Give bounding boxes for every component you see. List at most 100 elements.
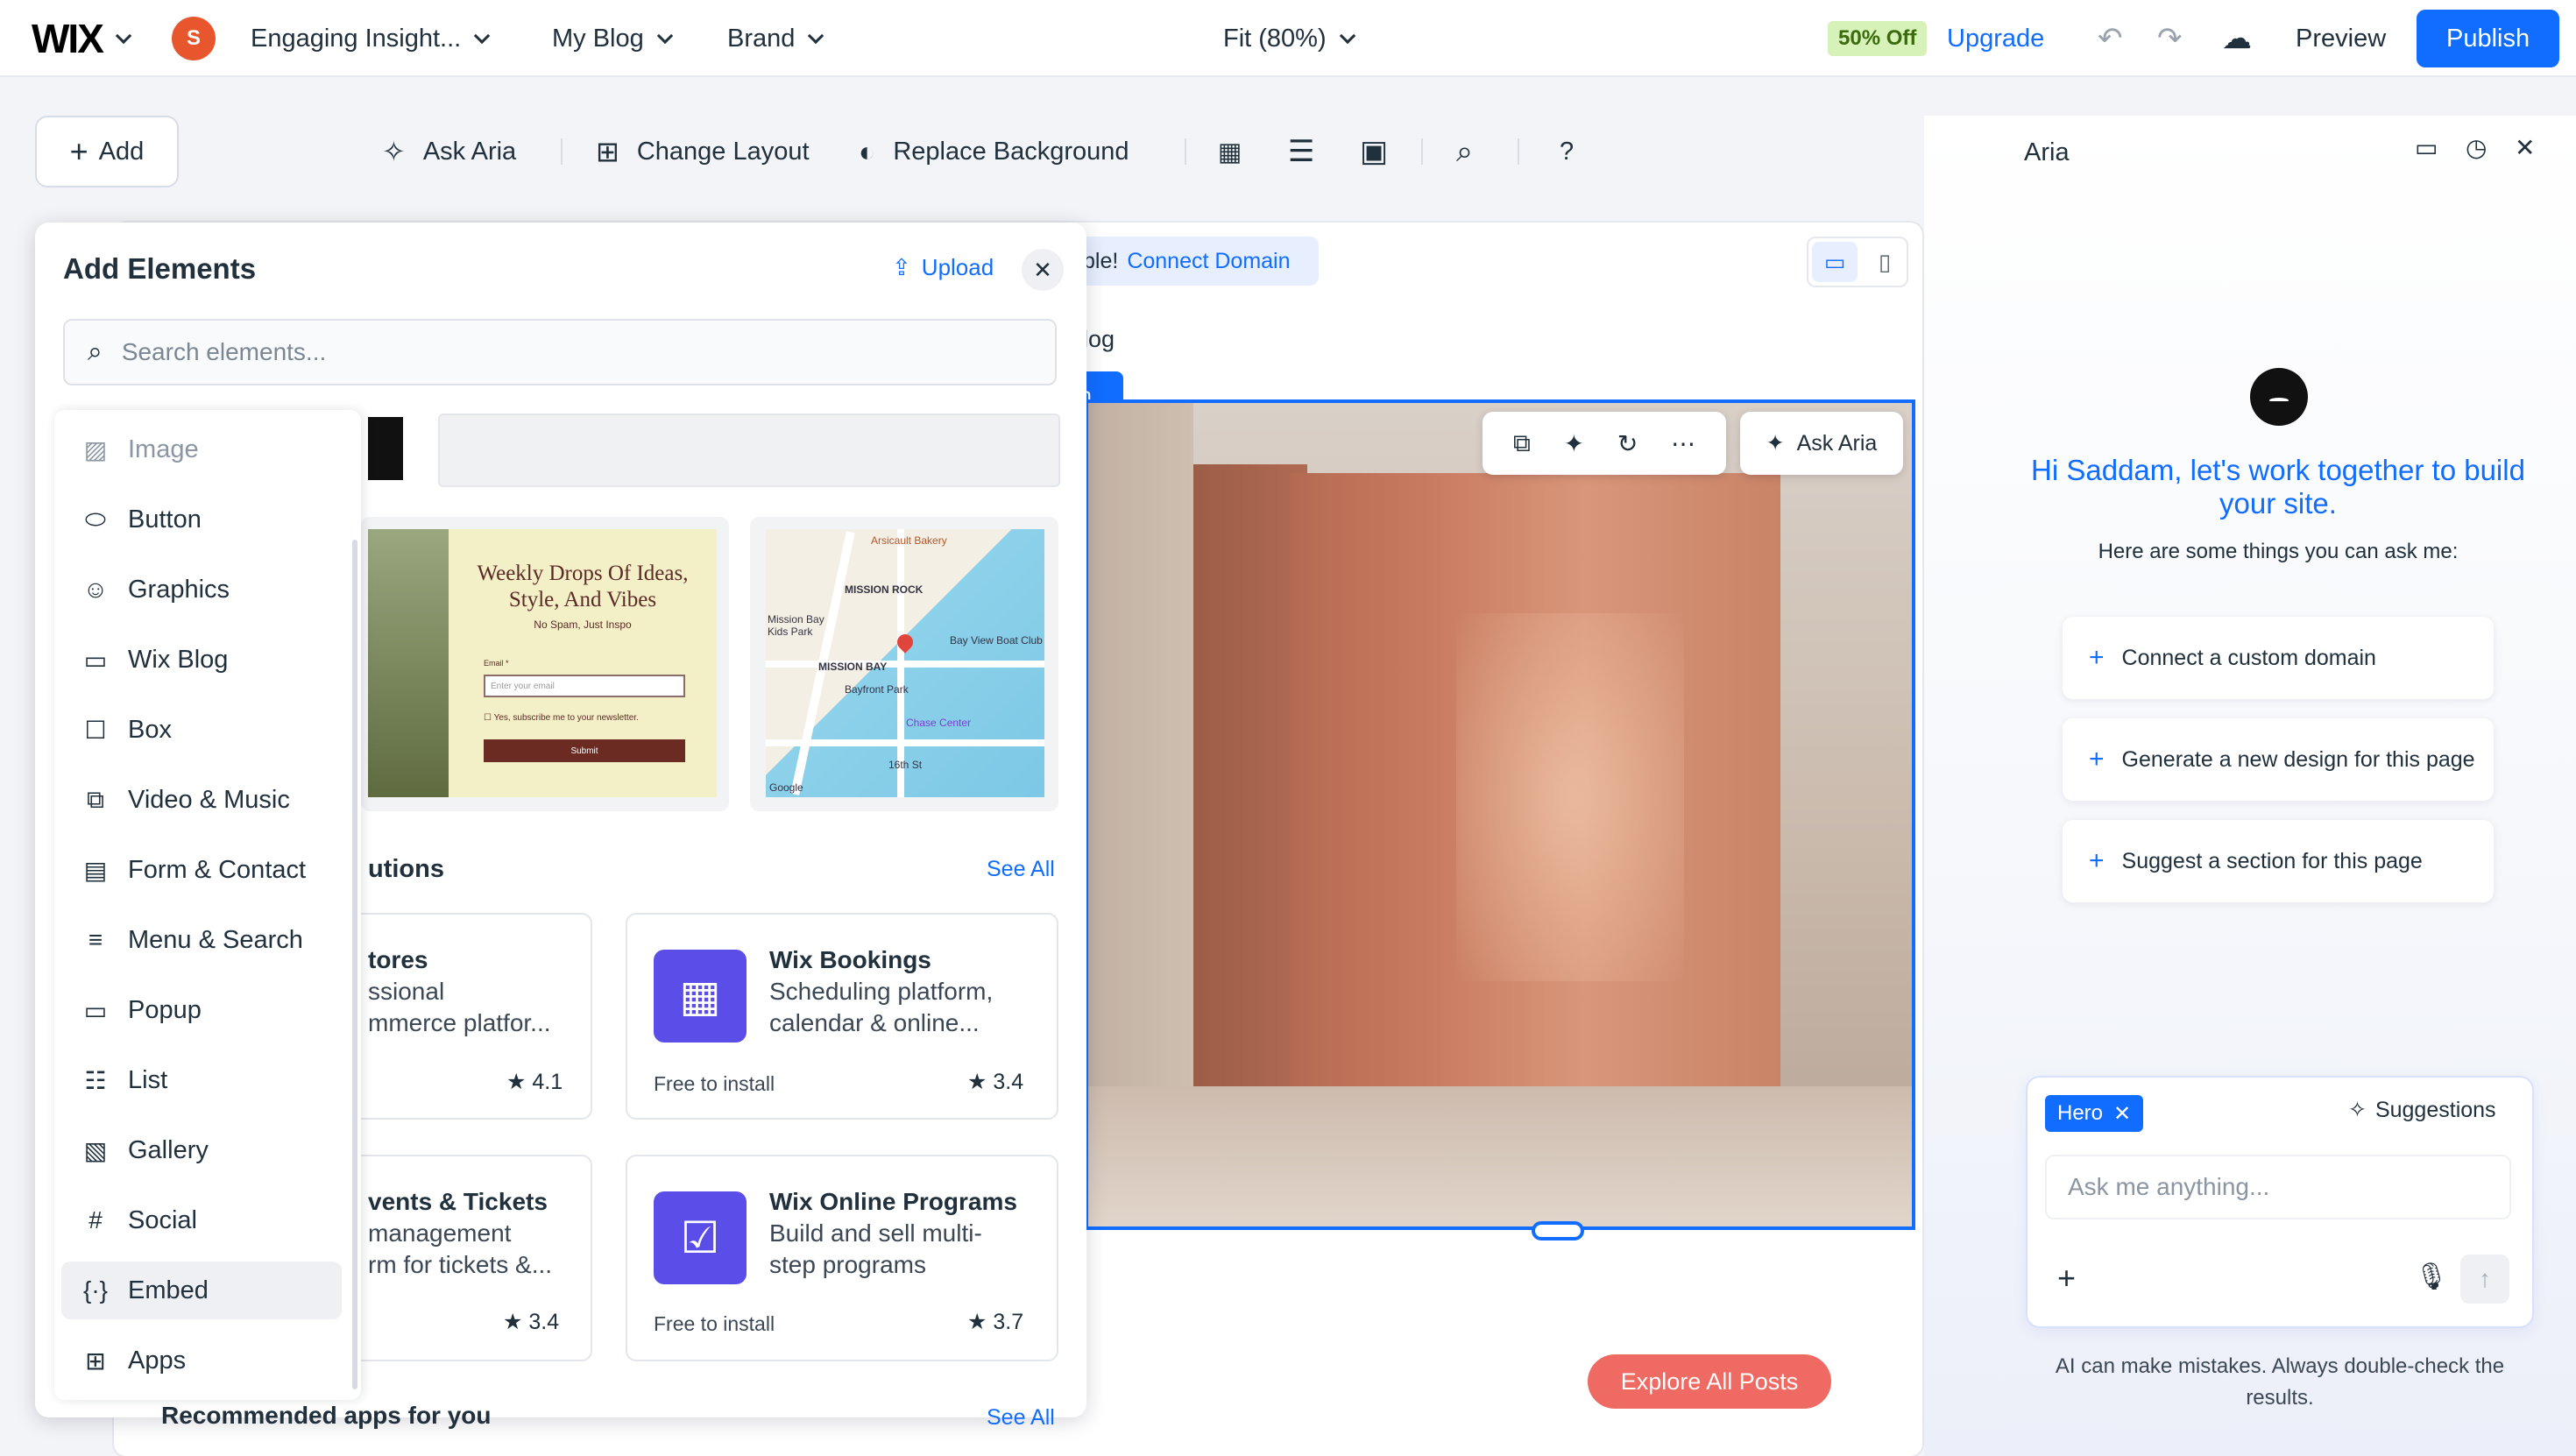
search-zoom-icon[interactable]: ⌕: [1456, 128, 1473, 175]
toolbar-divider: [1421, 138, 1423, 165]
suggestion-section[interactable]: + Suggest a section for this page: [2063, 820, 2494, 902]
category-gallery[interactable]: ▧ Gallery: [61, 1121, 342, 1179]
refresh-icon[interactable]: ↻: [1617, 429, 1638, 458]
grid-icon[interactable]: ▦: [1218, 128, 1242, 175]
hero-ask-aria-button[interactable]: ✦ Ask Aria: [1740, 412, 1903, 475]
suggestion-connect-domain[interactable]: + Connect a custom domain: [2063, 617, 2494, 699]
star-icon: ★: [967, 1310, 987, 1334]
suggestions-button[interactable]: ✧ Suggestions: [2348, 1097, 2496, 1123]
upload-button[interactable]: ⇪ Upload: [892, 254, 994, 281]
ask-input[interactable]: Ask me anything...: [2045, 1155, 2511, 1219]
redo-icon[interactable]: ↷: [2157, 0, 2183, 77]
element-preview[interactable]: [438, 413, 1060, 487]
change-layout-button[interactable]: ⊞ Change Layout: [596, 128, 810, 175]
map-label: Mission Bay Kids Park: [768, 613, 824, 638]
magic-wand-icon[interactable]: ✦: [1564, 429, 1584, 458]
category-button[interactable]: ⬭ Button: [61, 491, 342, 548]
category-social[interactable]: # Social: [61, 1191, 342, 1249]
newsletter-photo: [368, 529, 449, 797]
add-button[interactable]: + Add: [35, 116, 179, 187]
map-road: [766, 661, 1044, 668]
toolbar-divider: [1518, 138, 1519, 165]
upload-icon: ⇪: [892, 254, 911, 280]
ask-input-placeholder: Ask me anything...: [2068, 1173, 2270, 1200]
explore-all-posts-button[interactable]: Explore All Posts: [1588, 1354, 1831, 1409]
scrollbar[interactable]: [352, 540, 357, 1389]
category-label: Form & Contact: [128, 855, 307, 884]
category-list[interactable]: ☷ List: [61, 1051, 342, 1109]
blog-icon: ▭: [83, 646, 108, 674]
more-icon[interactable]: ⋯: [1671, 429, 1695, 458]
help-icon[interactable]: ?: [1560, 128, 1574, 175]
category-video-music[interactable]: ⧉ Video & Music: [61, 771, 342, 829]
replace-background-button[interactable]: ◐ Replace Background: [859, 128, 1129, 175]
ask-aria-button[interactable]: ✧ Ask Aria: [382, 128, 516, 175]
category-popup[interactable]: ▭ Popup: [61, 981, 342, 1039]
desktop-view-icon[interactable]: ▭: [1812, 242, 1858, 282]
site-name: Engaging Insight...: [251, 24, 462, 53]
suggestions-label: Suggestions: [2374, 1097, 2496, 1122]
app-name: Wix Bookings: [769, 946, 931, 973]
search-input[interactable]: ⌕ Search elements...: [63, 319, 1057, 385]
brand-menu[interactable]: Brand: [727, 0, 824, 77]
hero-floating-toolbar: ⧉ ✦ ↻ ⋯: [1483, 412, 1726, 475]
category-box[interactable]: ☐ Box: [61, 701, 342, 759]
category-image[interactable]: ▨ Image: [61, 421, 342, 478]
align-icon[interactable]: ☰: [1288, 128, 1314, 175]
brand-label: Brand: [727, 24, 796, 53]
site-selector[interactable]: Engaging Insight...: [251, 0, 491, 77]
close-icon[interactable]: ✕: [1022, 249, 1064, 291]
toolbar-divider: [561, 138, 563, 165]
mobile-view-icon[interactable]: ▯: [1866, 242, 1903, 282]
close-icon[interactable]: ✕: [2515, 133, 2535, 162]
swap-layout-icon[interactable]: ⧉: [1513, 429, 1531, 458]
cloud-save-icon[interactable]: ☁: [2222, 0, 2252, 77]
upgrade-link[interactable]: Upgrade: [1947, 0, 2044, 77]
suggestion-label: Suggest a section for this page: [2121, 848, 2423, 873]
plus-icon[interactable]: +: [2057, 1260, 2076, 1297]
add-label: Add: [98, 137, 145, 166]
category-wix-blog[interactable]: ▭ Wix Blog: [61, 631, 342, 689]
search-placeholder: Search elements...: [121, 338, 327, 365]
suggestion-new-design[interactable]: + Generate a new design for this page: [2063, 718, 2494, 801]
category-form-contact[interactable]: ▤ Form & Contact: [61, 841, 342, 899]
upload-label: Upload: [921, 254, 994, 280]
context-chip[interactable]: Hero ✕: [2045, 1095, 2144, 1132]
connect-domain-link[interactable]: Connect Domain: [1127, 249, 1290, 274]
wix-logo-menu[interactable]: WIX: [32, 0, 132, 77]
promo-badge: 50% Off: [1828, 21, 1928, 56]
category-graphics[interactable]: ☺ Graphics: [61, 561, 342, 618]
category-apps[interactable]: ⊞ Apps: [61, 1332, 342, 1389]
close-icon[interactable]: ✕: [2113, 1101, 2131, 1127]
hero-floor: [1088, 1086, 1912, 1226]
hero-section[interactable]: [1085, 399, 1915, 1230]
category-embed[interactable]: {·} Embed: [61, 1262, 342, 1319]
see-all-link[interactable]: See All: [987, 1405, 1055, 1431]
history-icon[interactable]: ◷: [2466, 133, 2487, 162]
aria-subtitle: Here are some things you can ask me:: [2098, 540, 2459, 563]
sparkle-icon: ✧: [382, 136, 406, 167]
element-preview[interactable]: [368, 417, 403, 480]
app-price: Free to install: [654, 1312, 775, 1335]
change-layout-label: Change Layout: [636, 137, 810, 166]
microphone-icon[interactable]: 🎙: [2415, 1262, 2448, 1292]
see-all-link[interactable]: See All: [987, 857, 1055, 882]
zoom-selector[interactable]: Fit (80%): [1223, 0, 1355, 77]
page-selector[interactable]: My Blog: [552, 0, 673, 77]
section-resize-handle[interactable]: [1532, 1221, 1584, 1240]
publish-button[interactable]: Publish: [2417, 10, 2560, 67]
undo-icon[interactable]: ↶: [2098, 0, 2123, 77]
category-menu-search[interactable]: ≡ Menu & Search: [61, 911, 342, 969]
graphics-icon: ☺: [82, 576, 109, 603]
send-icon[interactable]: ↑: [2460, 1255, 2509, 1304]
section-layout-icon[interactable]: ▣: [1360, 128, 1388, 175]
page-name: My Blog: [552, 24, 644, 53]
account-avatar-button[interactable]: S: [172, 0, 216, 77]
chat-icon[interactable]: ▭: [2415, 133, 2438, 162]
map-label: Arsicault Bakery: [871, 534, 947, 547]
star-icon: ★: [967, 1070, 987, 1094]
video-icon: ⧉: [87, 785, 104, 813]
preview-button[interactable]: Preview: [2296, 0, 2386, 77]
connect-domain-banner: ble! Connect Domain: [1067, 237, 1319, 286]
app-rating-value: 3.4: [528, 1310, 560, 1334]
